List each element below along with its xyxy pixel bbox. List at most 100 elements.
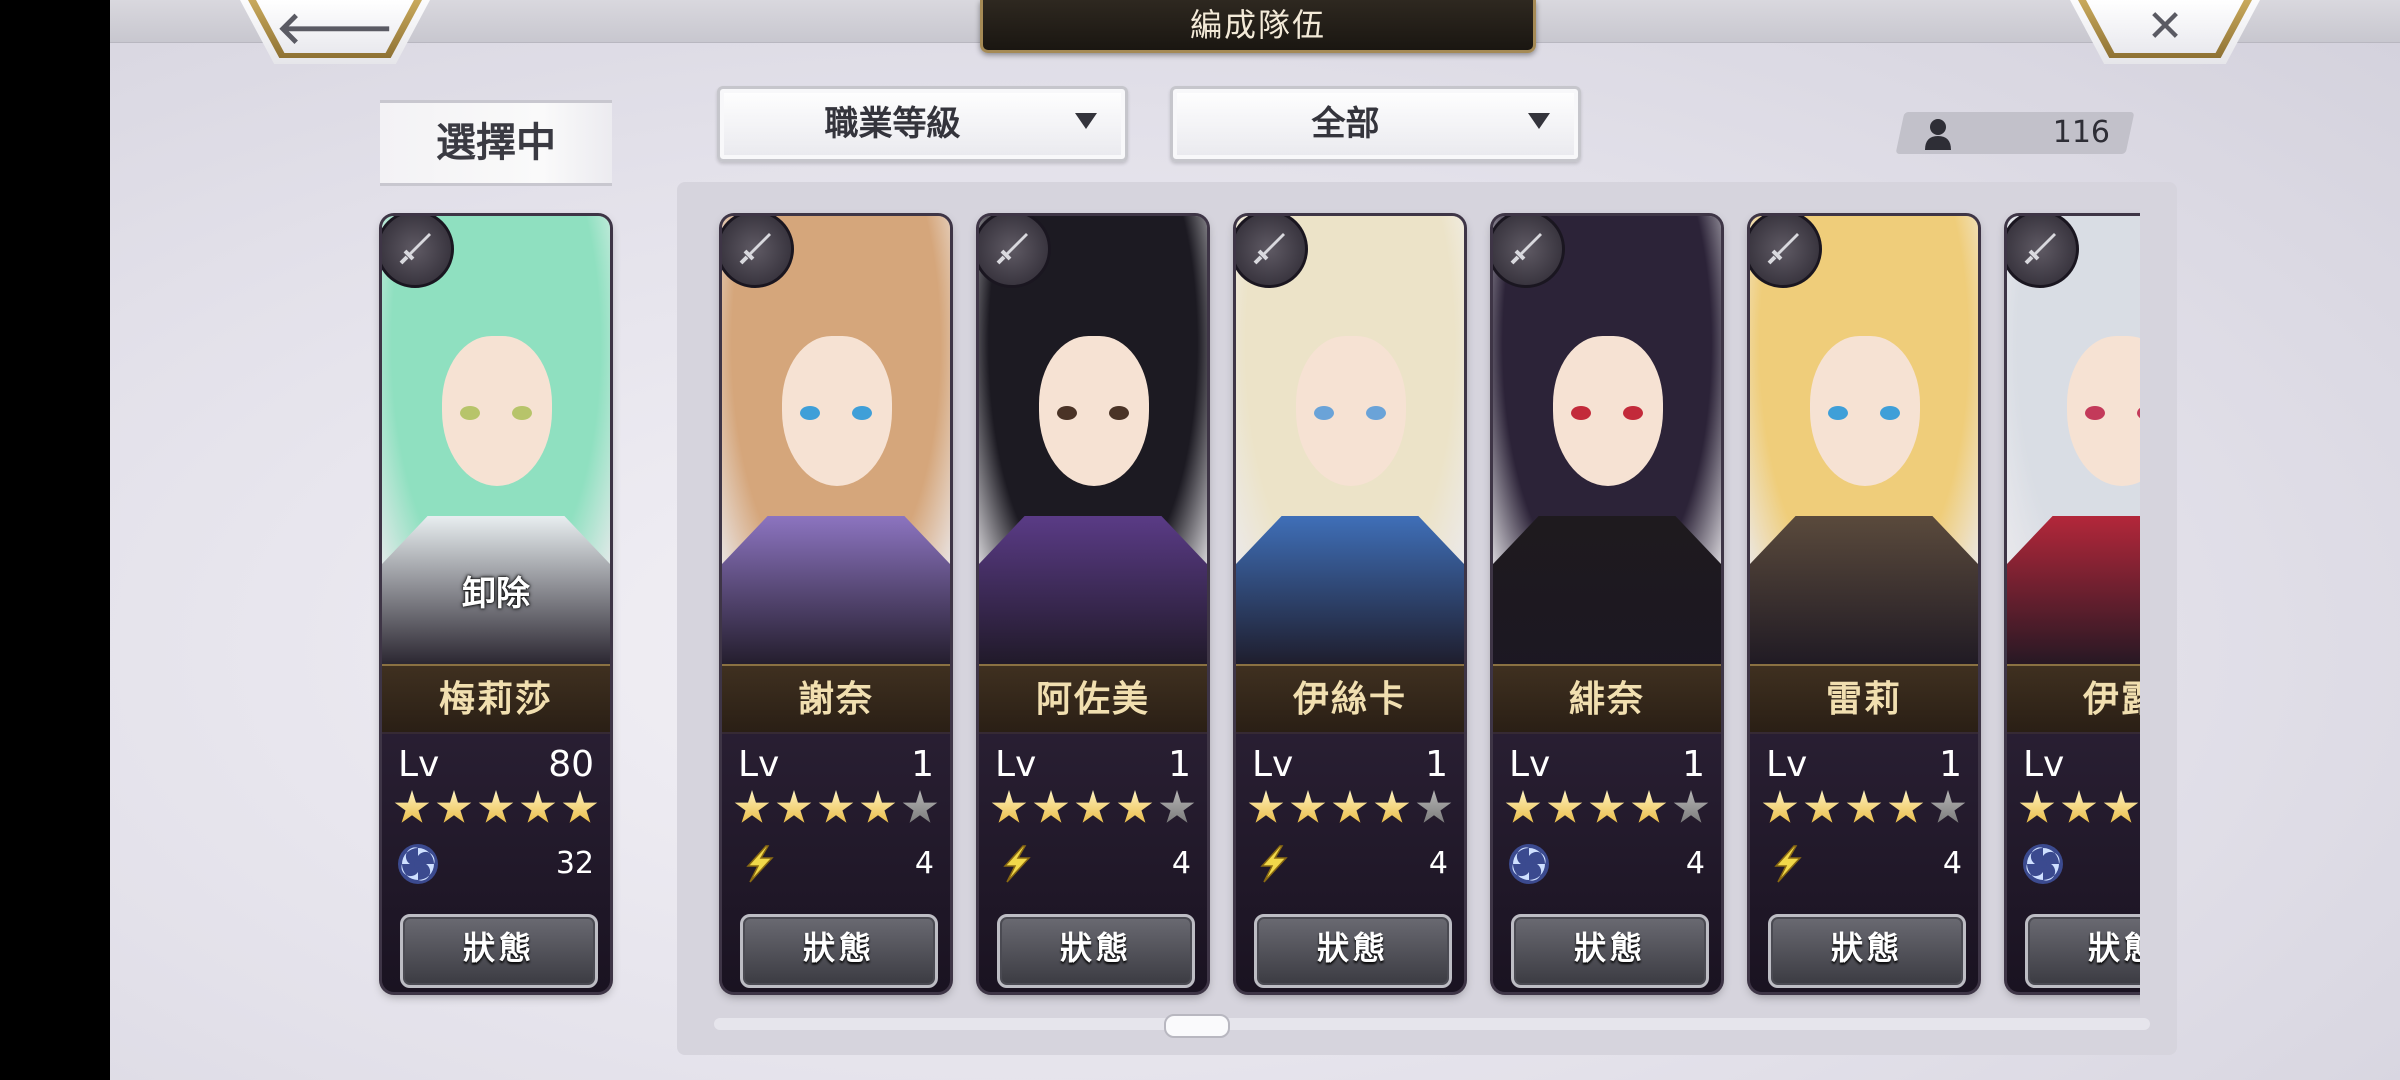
unit-name: 阿佐美 <box>979 664 1207 734</box>
star-icon <box>1117 790 1153 823</box>
back-button[interactable]: 🡐 <box>240 0 430 64</box>
rarity-stars <box>1505 790 1709 830</box>
thunder-element-icon <box>736 842 780 886</box>
portrait-eye <box>1109 406 1129 420</box>
star-icon <box>991 790 1027 823</box>
star-icon <box>2019 790 2055 823</box>
portrait-eye <box>2085 406 2105 420</box>
portrait-face <box>782 336 892 486</box>
star-icon <box>1290 790 1326 823</box>
unit-name: 雷莉 <box>1750 664 1978 734</box>
wind-element-icon <box>2021 842 2065 886</box>
unit-name: 梅莉莎 <box>382 664 610 734</box>
portrait-eye <box>1828 406 1848 420</box>
portrait-eye <box>1366 406 1386 420</box>
unit-stats: Lv 1 4 狀態 <box>722 732 950 992</box>
element-value: 4 <box>1171 846 1191 881</box>
rarity-stars <box>394 790 598 830</box>
level-label: Lv <box>1252 744 1294 785</box>
portrait-outfit <box>1750 516 1978 676</box>
selected-label: 選擇中 <box>380 100 612 186</box>
portrait-face <box>1553 336 1663 486</box>
status-button[interactable]: 狀態 <box>1254 914 1452 988</box>
star-icon <box>1547 790 1583 823</box>
rarity-stars <box>734 790 938 830</box>
selected-unit-card[interactable]: 卸除 梅莉莎 Lv 80 32 狀態 <box>382 216 610 992</box>
wind-element-icon <box>1507 842 1551 886</box>
star-icon <box>1846 790 1882 823</box>
star-icon <box>2061 790 2097 823</box>
status-button[interactable]: 狀態 <box>1768 914 1966 988</box>
remove-unit-button[interactable]: 卸除 <box>382 566 610 615</box>
unit-stats: Lv 1 4 狀態 <box>979 732 1207 992</box>
level-value: 1 <box>1682 744 1705 785</box>
level-label: Lv <box>2023 744 2065 785</box>
star-icon <box>1930 790 1966 823</box>
portrait-eye <box>1880 406 1900 420</box>
unit-stats: Lv 80 32 狀態 <box>382 732 610 992</box>
star-icon <box>520 790 556 823</box>
portrait-face <box>1039 336 1149 486</box>
portrait-eye <box>1314 406 1334 420</box>
portrait-eye <box>1571 406 1591 420</box>
unit-name: 謝奈 <box>722 664 950 734</box>
unit-stats: Lv 1 4 狀態 <box>1750 732 1978 992</box>
element-value: 32 <box>555 846 594 881</box>
unit-card[interactable]: 緋奈 Lv 1 4 狀態 <box>1493 216 1721 992</box>
rarity-stars <box>1762 790 1966 830</box>
portrait-eye <box>512 406 532 420</box>
unit-card[interactable]: 伊露 Lv 狀態 <box>2007 216 2140 992</box>
star-icon <box>860 790 896 823</box>
status-button[interactable]: 狀態 <box>400 914 598 988</box>
thunder-element-icon <box>1250 842 1294 886</box>
wind-element-icon <box>396 842 440 886</box>
star-icon <box>1804 790 1840 823</box>
star-icon <box>394 790 430 823</box>
level-label: Lv <box>398 744 440 785</box>
star-icon <box>562 790 598 823</box>
rarity-stars <box>2019 790 2140 830</box>
star-icon <box>1505 790 1541 823</box>
star-icon <box>1248 790 1284 823</box>
arrow-left-icon: 🡐 <box>276 2 394 54</box>
unit-card[interactable]: 謝奈 Lv 1 4 狀態 <box>722 216 950 992</box>
star-icon <box>1762 790 1798 823</box>
level-value: 1 <box>1168 744 1191 785</box>
unit-card[interactable]: 雷莉 Lv 1 4 狀態 <box>1750 216 1978 992</box>
level-value: 1 <box>1939 744 1962 785</box>
element-value: 4 <box>914 846 934 881</box>
unit-stats: Lv 1 4 狀態 <box>1236 732 1464 992</box>
unit-stats: Lv 1 4 狀態 <box>1493 732 1721 992</box>
portrait-eye <box>1623 406 1643 420</box>
unit-card[interactable]: 阿佐美 Lv 1 4 狀態 <box>979 216 1207 992</box>
unit-card[interactable]: 伊絲卡 Lv 1 4 狀態 <box>1236 216 1464 992</box>
portrait-outfit <box>1493 516 1721 676</box>
level-label: Lv <box>995 744 1037 785</box>
portrait-outfit <box>1236 516 1464 676</box>
star-icon <box>902 790 938 823</box>
level-label: Lv <box>738 744 780 785</box>
star-icon <box>1332 790 1368 823</box>
status-button[interactable]: 狀態 <box>2025 914 2140 988</box>
unit-name: 伊絲卡 <box>1236 664 1464 734</box>
rarity-stars <box>1248 790 1452 830</box>
portrait-eye <box>1057 406 1077 420</box>
level-label: Lv <box>1766 744 1808 785</box>
element-value: 4 <box>1685 846 1705 881</box>
level-value: 1 <box>1425 744 1448 785</box>
star-icon <box>734 790 770 823</box>
star-icon <box>1159 790 1195 823</box>
element-value: 4 <box>1942 846 1962 881</box>
star-icon <box>1374 790 1410 823</box>
portrait-outfit <box>979 516 1207 676</box>
unit-name: 緋奈 <box>1493 664 1721 734</box>
status-button[interactable]: 狀態 <box>1511 914 1709 988</box>
status-button[interactable]: 狀態 <box>740 914 938 988</box>
thunder-element-icon <box>1764 842 1808 886</box>
star-icon <box>1075 790 1111 823</box>
portrait-eye <box>800 406 820 420</box>
star-icon <box>1673 790 1709 823</box>
status-button[interactable]: 狀態 <box>997 914 1195 988</box>
star-icon <box>776 790 812 823</box>
star-icon <box>818 790 854 823</box>
